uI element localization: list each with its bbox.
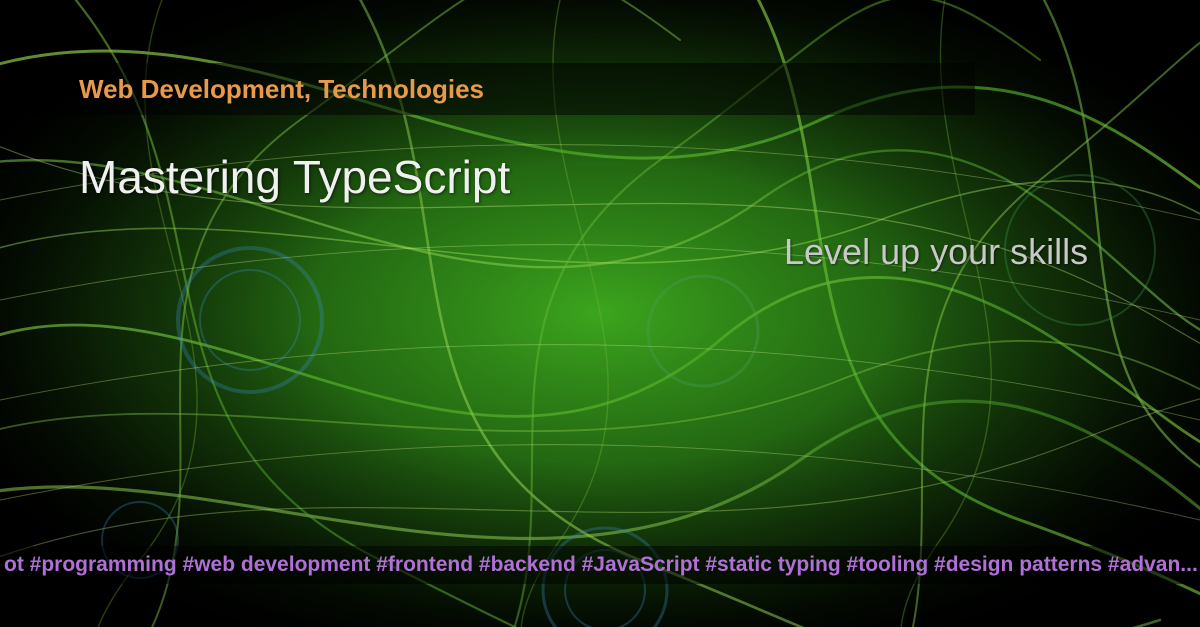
tags-bar: ot #programming #web development #fronte… (0, 546, 1200, 584)
page-title: Mastering TypeScript (79, 150, 510, 204)
tags-text: ot #programming #web development #fronte… (4, 553, 1198, 577)
category-text: Web Development, Technologies (79, 74, 484, 105)
category-bar: Web Development, Technologies (27, 63, 975, 115)
page-subtitle: Level up your skills (784, 231, 1088, 273)
